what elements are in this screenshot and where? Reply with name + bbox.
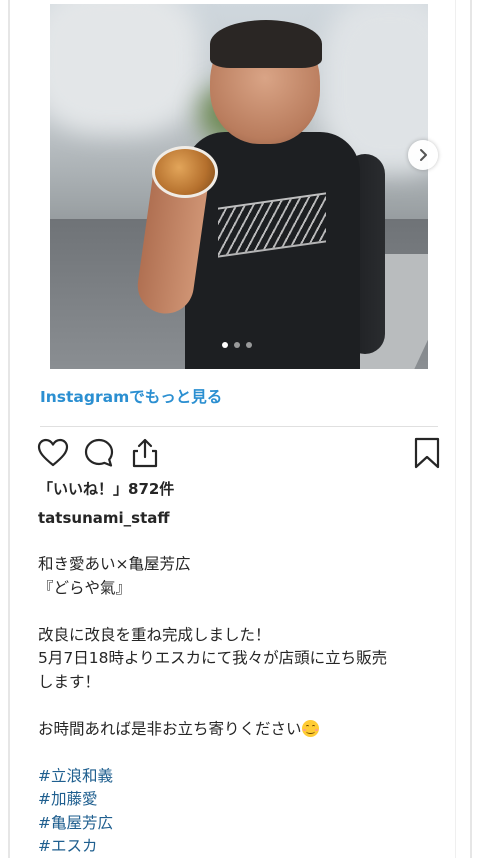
hashtag-link[interactable]: #立浪和義 (38, 765, 387, 789)
divider (40, 426, 438, 427)
caption-line: 5月7日18時よりエスカにて我々が店頭に立ち販売 (38, 649, 388, 667)
card-border (455, 0, 456, 858)
caption-line: 改良に改良を重ね完成しました！ (38, 625, 271, 644)
background-house (50, 4, 200, 134)
share-button[interactable] (128, 436, 162, 470)
hashtag-link[interactable]: #エスカ (38, 835, 387, 859)
post-username[interactable]: tatsunami_staff (38, 509, 170, 527)
caption-line: 『どらや氣』 (38, 578, 132, 597)
smiling-face-icon (301, 719, 319, 737)
carousel-dot (246, 342, 252, 348)
caption-line: します！ (38, 672, 101, 691)
post-actions (36, 436, 162, 470)
carousel-dot (234, 342, 240, 348)
like-count[interactable]: 「いいね！」872件 (38, 478, 174, 499)
caption-line: 和き愛あい×亀屋芳広 (38, 555, 191, 573)
heart-icon (37, 438, 69, 467)
page-frame-right (470, 0, 472, 858)
bookmark-icon (414, 437, 440, 469)
carousel-dot (222, 342, 228, 348)
comment-button[interactable] (82, 436, 116, 470)
like-button[interactable] (36, 436, 70, 470)
person-hair (210, 20, 322, 68)
save-button[interactable] (410, 436, 444, 470)
view-more-on-instagram-link[interactable]: Instagramでもっと見る (40, 385, 222, 407)
page-frame-left (8, 0, 10, 858)
share-icon (132, 438, 158, 468)
post-photo[interactable] (50, 4, 428, 369)
carousel-indicator (222, 342, 252, 348)
chevron-right-icon (420, 149, 427, 161)
comment-icon (84, 438, 114, 467)
caption-line: お時間あれば是非お立ち寄りください (38, 718, 387, 742)
caption-text: お時間あれば是非お立ち寄りください (38, 719, 302, 738)
dorayaki (152, 146, 218, 198)
hashtag-link[interactable]: #加藤愛 (38, 788, 387, 812)
hashtag-link[interactable]: #亀屋芳広 (38, 812, 387, 836)
post-caption: 和き愛あい×亀屋芳広 『どらや氣』 改良に改良を重ね完成しました！ 5月7日18… (38, 553, 387, 859)
carousel-next-button[interactable] (408, 140, 438, 170)
